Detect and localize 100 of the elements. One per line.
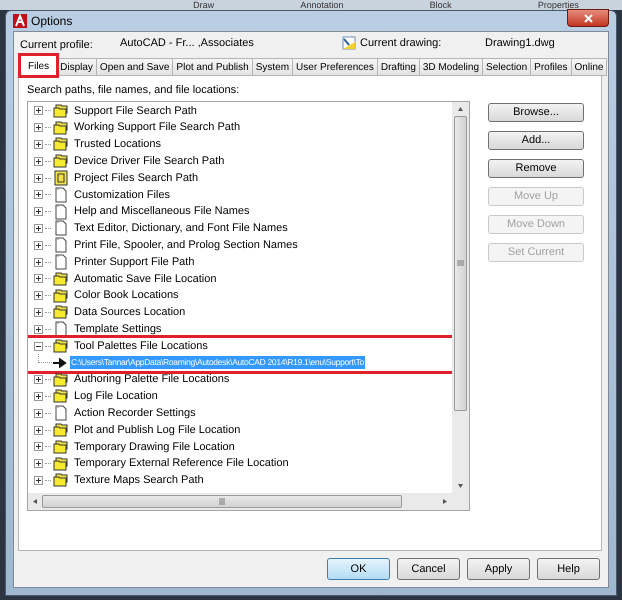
dialog-button[interactable]: OK	[327, 558, 390, 580]
tab[interactable]: 3D Modeling	[418, 58, 484, 76]
window-title: Options	[31, 13, 72, 30]
grip-icon	[219, 498, 225, 504]
ribbon-panel-title[interactable]: Block	[430, 0, 452, 10]
tab[interactable]: Open and Save	[96, 58, 174, 76]
tree-item[interactable]: Plot and Publish Log File Location	[74, 422, 240, 438]
expand-icon[interactable]	[34, 240, 43, 250]
tree-item[interactable]: Temporary Drawing File Location	[74, 438, 235, 456]
tab[interactable]: Selection	[482, 58, 532, 76]
tree-item[interactable]: Support File Search Path	[74, 102, 197, 120]
expand-icon[interactable]	[34, 308, 43, 317]
expand-icon[interactable]	[34, 408, 43, 418]
vertical-scrollbar[interactable]	[452, 102, 469, 492]
expand-icon[interactable]	[34, 207, 43, 216]
document-icon	[53, 204, 69, 220]
tree-item[interactable]: Tool Palettes File Locations	[74, 338, 208, 354]
expand-icon[interactable]	[34, 224, 43, 233]
tab[interactable]: System	[252, 58, 294, 76]
document-icon	[53, 321, 69, 338]
project-icon	[53, 170, 69, 186]
ribbon-panel-title[interactable]: Annotation	[300, 0, 344, 10]
profile-name: AutoCAD - Fr... ,Associates	[120, 36, 255, 51]
side-button[interactable]: Add...	[488, 130, 584, 150]
dialog-button[interactable]: Cancel	[397, 558, 460, 580]
document-icon	[53, 237, 69, 254]
folder-icon	[53, 372, 69, 388]
expand-icon[interactable]	[34, 190, 43, 200]
tree-item[interactable]: Customization Files	[74, 186, 170, 204]
expand-icon[interactable]	[34, 476, 43, 485]
folder-icon	[53, 338, 69, 354]
folder-icon	[53, 438, 69, 455]
tab[interactable]: Files	[20, 55, 58, 76]
folder-icon	[53, 136, 69, 152]
dialog-button[interactable]: Help	[537, 558, 600, 580]
dialog-button[interactable]: Apply	[467, 558, 530, 580]
tab[interactable]: Plot and Publish	[172, 58, 253, 76]
tab[interactable]: Drafting	[376, 58, 420, 76]
expand-icon[interactable]	[34, 392, 43, 401]
tab[interactable]: User Preferences	[292, 58, 378, 76]
document-icon	[53, 254, 69, 270]
tab[interactable]: Profiles	[530, 58, 572, 76]
drawing-icon	[342, 36, 356, 50]
drawing-name: Drawing1.dwg	[485, 36, 555, 51]
expand-icon[interactable]	[34, 375, 43, 384]
expand-icon[interactable]	[34, 140, 43, 149]
tree-item[interactable]: Template Settings	[74, 321, 162, 338]
close-button[interactable]	[567, 9, 609, 27]
close-icon	[584, 14, 592, 22]
tree-item[interactable]: Trusted Locations	[74, 136, 162, 153]
expand-icon[interactable]	[34, 442, 43, 452]
ribbon-panel-title[interactable]: Draw	[193, 0, 214, 10]
folder-icon	[53, 120, 69, 136]
drawing-label: Current drawing:	[360, 36, 442, 51]
tree-item[interactable]: Texture Maps Search Path	[74, 472, 204, 489]
tree-item[interactable]: Working Support File Search Path	[74, 119, 240, 136]
expand-icon[interactable]	[34, 258, 43, 267]
tree-item[interactable]: Help and Miscellaneous File Names	[74, 203, 250, 220]
tree-item[interactable]: Authoring Palette File Locations	[74, 371, 230, 388]
tree-item[interactable]: Printer Support File Path	[74, 254, 194, 270]
tree-item[interactable]: Color Book Locations	[74, 287, 179, 304]
document-icon	[53, 220, 69, 236]
side-button[interactable]: Browse...	[488, 102, 584, 122]
folder-icon	[53, 102, 69, 119]
tree-item[interactable]: Data Sources Location	[74, 304, 186, 321]
tree-item[interactable]: Automatic Save File Location	[74, 270, 216, 288]
expand-icon[interactable]	[34, 291, 43, 300]
document-icon	[53, 186, 69, 203]
tree-item[interactable]: Action Recorder Settings	[74, 404, 196, 422]
expand-icon[interactable]	[34, 156, 43, 166]
folder-icon	[53, 472, 69, 488]
profile-label: Current profile:	[19, 38, 94, 53]
folder-icon	[53, 422, 69, 438]
tree-item[interactable]: Text Editor, Dictionary, and Font File Names	[74, 220, 288, 237]
ribbon-panel-title[interactable]: Properties	[538, 0, 579, 10]
folder-icon	[53, 456, 69, 472]
app-logo-icon	[13, 14, 27, 28]
scroll-thumb[interactable]	[454, 116, 467, 410]
expand-icon[interactable]	[34, 426, 43, 435]
tree-item[interactable]: Print File, Spooler, and Prolog Section Names	[74, 237, 298, 254]
tree-item[interactable]: Device Driver File Search Path	[74, 153, 224, 170]
arrow-icon	[52, 358, 68, 368]
expand-icon[interactable]	[34, 123, 43, 132]
side-button[interactable]: Remove	[488, 158, 584, 178]
expand-icon[interactable]	[34, 106, 43, 116]
horizontal-scrollbar[interactable]	[28, 492, 469, 510]
tree-item[interactable]: Project Files Search Path	[74, 170, 198, 186]
expand-icon[interactable]	[34, 459, 43, 468]
collapse-icon[interactable]	[34, 342, 43, 351]
folder-icon	[53, 288, 69, 304]
expand-icon[interactable]	[34, 174, 43, 183]
expand-icon[interactable]	[34, 324, 43, 334]
tree-item[interactable]: Log File Location	[74, 388, 158, 405]
folder-icon	[53, 270, 69, 287]
folder-icon	[53, 388, 69, 404]
grip-icon	[457, 260, 464, 266]
expand-icon[interactable]	[34, 274, 43, 284]
tree-item[interactable]: Temporary External Reference File Location	[74, 455, 289, 472]
tab[interactable]: Online	[570, 58, 608, 76]
scroll-thumb[interactable]	[42, 494, 402, 508]
